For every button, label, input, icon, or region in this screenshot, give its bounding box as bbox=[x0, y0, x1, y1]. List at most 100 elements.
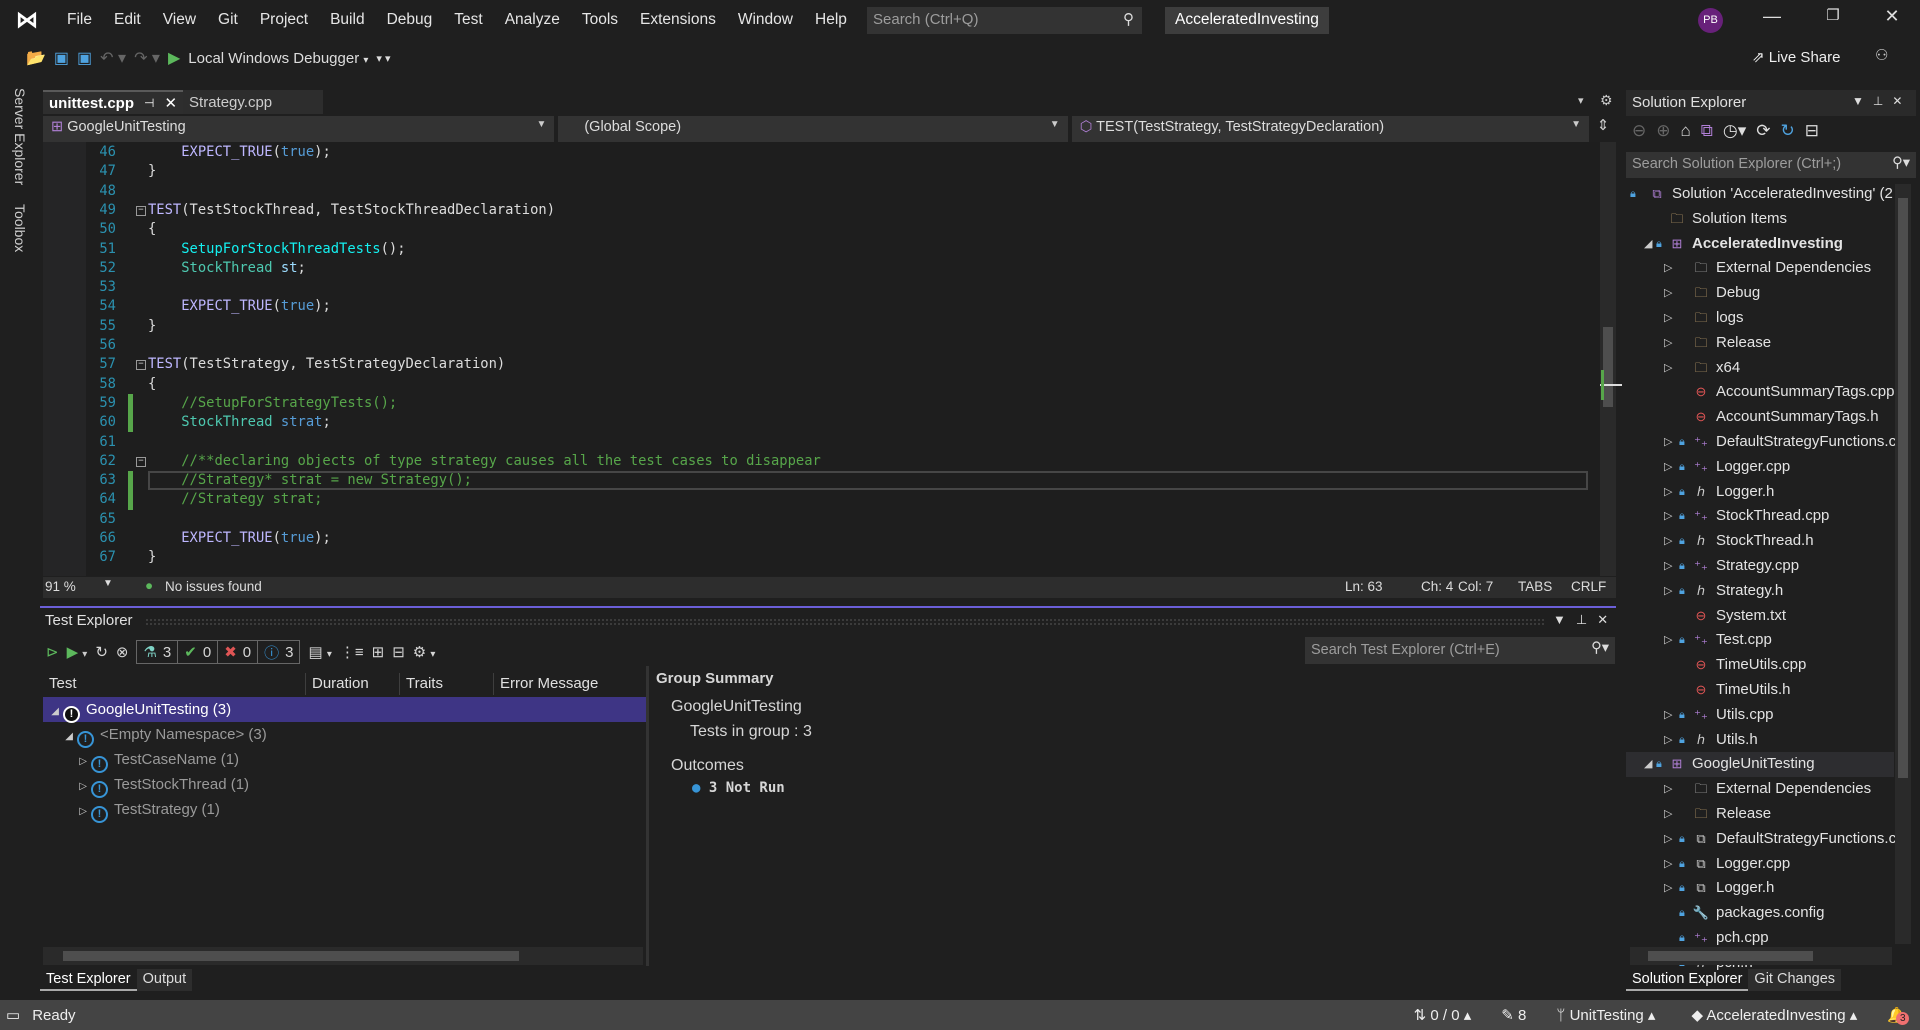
test-search-input[interactable]: Search Test Explorer (Ctrl+E) ⚲▾ bbox=[1305, 637, 1615, 664]
tab-unittest-cpp[interactable]: unittest.cpp ⊣ ✕ bbox=[43, 90, 184, 114]
run-icon[interactable]: ▶ ▾ bbox=[67, 643, 88, 661]
solution-tree-item[interactable]: ▷ 🔒︎ ⁺₊ Strategy.cpp bbox=[1626, 554, 1894, 579]
code-line[interactable]: 54 EXPECT_TRUE(true); bbox=[43, 297, 1600, 316]
toolbar-overflow-icon[interactable]: ▾ ▾ bbox=[376, 52, 390, 65]
solution-tree-item[interactable]: ◢ 🔒︎ ⊞ GoogleUnitTesting bbox=[1626, 752, 1894, 778]
collapsed-triangle-icon[interactable]: ▷ bbox=[1664, 529, 1676, 554]
code-line[interactable]: 49 − TEST(TestStockThread, TestStockThread… bbox=[43, 201, 1600, 220]
expanded-triangle-icon[interactable]: ◢ bbox=[43, 724, 77, 749]
test-row[interactable]: ◢! GoogleUnitTesting (3) bbox=[43, 697, 647, 723]
playlist-icon[interactable]: ▤ ▾ bbox=[308, 643, 331, 661]
failed-tests-filter[interactable]: ✖ 0 bbox=[217, 640, 259, 664]
collapsed-triangle-icon[interactable]: ▷ bbox=[1664, 852, 1676, 877]
collapsed-triangle-icon[interactable]: ▷ bbox=[1664, 827, 1676, 852]
run-all-icon[interactable]: ⊳ bbox=[46, 643, 59, 661]
collapsed-triangle-icon[interactable]: ▷ bbox=[1664, 455, 1676, 480]
collapsed-triangle-icon[interactable]: ▷ bbox=[1664, 480, 1676, 505]
tab-list-dropdown-icon[interactable]: ▾ bbox=[1578, 94, 1584, 107]
expanded-triangle-icon[interactable]: ◢ bbox=[1644, 752, 1656, 777]
sync-status[interactable]: ⇅ 0 / 0 ▴ bbox=[1414, 1006, 1472, 1024]
solution-tree-item[interactable]: ▷ 🔒︎ ⧉ DefaultStrategyFunctions.c bbox=[1626, 827, 1896, 852]
code-line[interactable]: 53 bbox=[43, 278, 1600, 297]
live-share-button[interactable]: ⇗ Live Share bbox=[1752, 48, 1840, 66]
column-duration[interactable]: Duration bbox=[306, 673, 400, 695]
solution-tree-item[interactable]: ⊖ AccountSummaryTags.h bbox=[1626, 405, 1894, 430]
collapsed-triangle-icon[interactable]: ▷ bbox=[1664, 703, 1676, 728]
code-line[interactable]: 64 //Strategy strat; bbox=[43, 490, 1600, 510]
not-run-outcome[interactable]: ● 3 Not Run bbox=[692, 780, 785, 796]
collapse-icon[interactable]: − bbox=[136, 360, 146, 371]
issues-status[interactable]: No issues found bbox=[165, 579, 262, 594]
settings-icon[interactable]: ⚙ ▾ bbox=[413, 643, 436, 661]
pin-icon[interactable]: ⊣ bbox=[144, 96, 154, 110]
repo-selector[interactable]: ◆ AcceleratedInvesting ▴ bbox=[1691, 1006, 1857, 1024]
code-line[interactable]: 66 EXPECT_TRUE(true); bbox=[43, 529, 1600, 548]
collapsed-triangle-icon[interactable]: ▷ bbox=[1664, 579, 1676, 604]
collapsed-triangle-icon[interactable]: ▷ bbox=[1664, 876, 1676, 901]
menu-view[interactable]: View bbox=[152, 11, 207, 29]
expand-all-icon[interactable]: ⊞ bbox=[372, 643, 385, 661]
repeat-run-icon[interactable]: ↻ bbox=[95, 643, 108, 661]
line-ending[interactable]: CRLF bbox=[1571, 579, 1606, 594]
solution-tree-item[interactable]: ▷ 🔒︎ ⁺₊ StockThread.cpp bbox=[1626, 504, 1894, 529]
collapsed-triangle-icon[interactable]: ▷ bbox=[1664, 802, 1676, 827]
code-line[interactable]: 47} bbox=[43, 162, 1600, 181]
gear-icon[interactable]: ⚙ bbox=[1600, 92, 1613, 109]
panel-grip[interactable] bbox=[145, 618, 1545, 626]
solution-tree-item[interactable]: ▷ 🗀 Debug bbox=[1626, 281, 1894, 306]
column-traits[interactable]: Traits bbox=[400, 673, 494, 695]
pane-splitter[interactable] bbox=[646, 666, 649, 966]
solution-tree-item[interactable]: ▷ 🗀 x64 bbox=[1626, 356, 1894, 381]
tab-output[interactable]: Output bbox=[136, 969, 193, 991]
tab-strategy-cpp[interactable]: Strategy.cpp bbox=[183, 90, 324, 114]
test-row[interactable]: ▷! TestStrategy (1) bbox=[43, 797, 647, 823]
solution-tree-item[interactable]: ▷ 🗀 logs bbox=[1626, 306, 1894, 331]
code-line[interactable]: 59 //SetupForStrategyTests(); bbox=[43, 393, 1600, 414]
tab-git-changes[interactable]: Git Changes bbox=[1748, 969, 1842, 991]
chevron-down-icon[interactable]: ▼ bbox=[103, 578, 113, 589]
code-line[interactable]: 52 StockThread st; bbox=[43, 259, 1600, 278]
open-file-icon[interactable]: 📂 bbox=[26, 48, 46, 68]
hierarchy-icon[interactable]: ⋮≡ bbox=[340, 643, 364, 661]
avatar[interactable]: PB bbox=[1698, 8, 1723, 33]
menu-build[interactable]: Build bbox=[319, 11, 375, 29]
column-test[interactable]: Test bbox=[43, 673, 306, 695]
solution-tree-item[interactable]: ▷ 🔒︎ ℎ Logger.h bbox=[1626, 480, 1894, 505]
server-explorer-tab[interactable]: Server Explorer bbox=[12, 88, 28, 185]
collapsed-triangle-icon[interactable]: ▷ bbox=[1664, 356, 1676, 381]
solution-tree-item[interactable]: ▷ 🔒︎ ℎ StockThread.h bbox=[1626, 529, 1894, 554]
collapsed-triangle-icon[interactable]: ▷ bbox=[1664, 331, 1676, 356]
solution-tree-item[interactable]: ▷ 🔒︎ ℎ Utils.h bbox=[1626, 728, 1894, 753]
project-dropdown[interactable]: ⊞ GoogleUnitTesting ▼ bbox=[43, 116, 555, 142]
zoom-level[interactable]: 91 % bbox=[45, 579, 76, 594]
solution-tree-item[interactable]: ▷ 🗀 Release bbox=[1626, 331, 1894, 356]
collapsed-triangle-icon[interactable]: ▷ bbox=[1664, 777, 1676, 802]
code-line[interactable]: 67} bbox=[43, 548, 1600, 567]
undo-icon[interactable]: ↶ ▾ bbox=[100, 48, 126, 68]
tab-test-explorer[interactable]: Test Explorer bbox=[40, 969, 137, 991]
menu-test[interactable]: Test bbox=[443, 11, 493, 29]
chevron-down-icon[interactable]: ▼ bbox=[1553, 612, 1576, 627]
solution-tree-item[interactable]: ⊖ TimeUtils.cpp bbox=[1626, 653, 1894, 678]
solution-tree-item[interactable]: ▷ 🗀 Release bbox=[1626, 802, 1894, 827]
solution-tree-item[interactable]: ▷ 🔒︎ ⁺₊ Test.cpp bbox=[1626, 628, 1894, 653]
close-icon[interactable]: ✕ bbox=[1872, 6, 1912, 34]
scope-dropdown[interactable]: (Global Scope) ▼ bbox=[558, 116, 1068, 142]
menu-project[interactable]: Project bbox=[249, 11, 319, 29]
collapsed-triangle-icon[interactable]: ▷ bbox=[43, 774, 91, 799]
menu-extensions[interactable]: Extensions bbox=[629, 11, 727, 29]
cancel-run-icon[interactable]: ⊗ bbox=[116, 643, 129, 661]
tab-solution-explorer[interactable]: Solution Explorer bbox=[1626, 969, 1749, 991]
pending-edits[interactable]: ✎ 8 bbox=[1501, 1006, 1526, 1024]
menu-analyze[interactable]: Analyze bbox=[494, 11, 571, 29]
solution-tree-item[interactable]: ⊖ System.txt bbox=[1626, 604, 1894, 629]
expanded-triangle-icon[interactable]: ◢ bbox=[1644, 232, 1656, 257]
column-error-message[interactable]: Error Message bbox=[494, 673, 647, 695]
collapsed-triangle-icon[interactable]: ▷ bbox=[1664, 504, 1676, 529]
redo-icon[interactable]: ↷ ▾ bbox=[134, 48, 160, 68]
collapsed-triangle-icon[interactable]: ▷ bbox=[1664, 628, 1676, 653]
test-row[interactable]: ▷! TestStockThread (1) bbox=[43, 772, 647, 799]
solution-tree-item[interactable]: ⊖ AccountSummaryTags.cpp bbox=[1626, 380, 1895, 405]
code-line[interactable]: 48 bbox=[43, 182, 1600, 201]
code-line[interactable]: 46 EXPECT_TRUE(true); bbox=[43, 143, 1600, 162]
